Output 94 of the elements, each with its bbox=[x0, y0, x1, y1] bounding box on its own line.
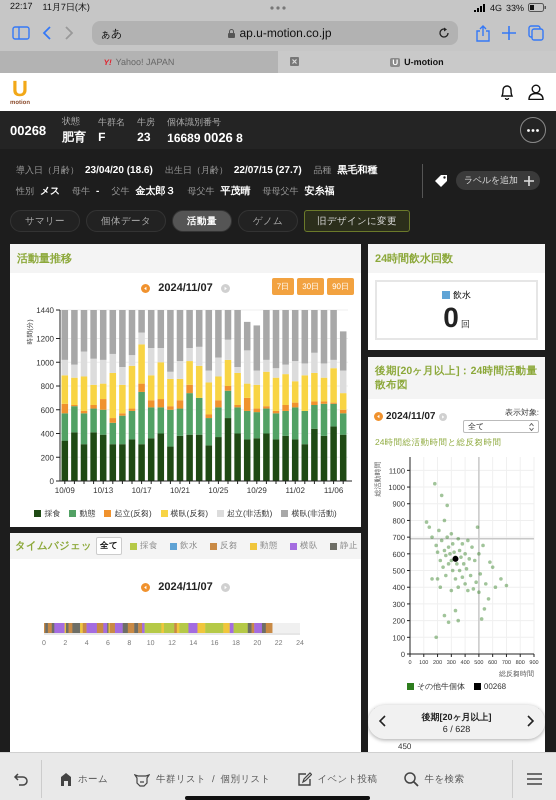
info-label: 出生日（月齢） bbox=[164, 164, 228, 177]
water-count: 0 bbox=[443, 304, 459, 332]
nav-button[interactable]: ホーム bbox=[60, 772, 108, 786]
field-label: 牛房 bbox=[137, 116, 156, 129]
info-value: 平茂晴 bbox=[220, 184, 250, 198]
card-title: 後期[20ヶ月以上]：24時間活動量散布図 bbox=[368, 357, 545, 400]
legend-label: その他牛個体 bbox=[416, 681, 465, 692]
nav-link[interactable]: 個別リスト bbox=[220, 772, 271, 786]
info-value: 金太郎３ bbox=[135, 184, 176, 198]
filter-button[interactable]: 採食 bbox=[126, 537, 162, 555]
card-title: タイムバジェッ bbox=[15, 539, 92, 553]
y-tick-label: 1200 bbox=[36, 334, 54, 344]
y-tick-label: 450 bbox=[398, 742, 412, 751]
info-value: 23/04/20 (18.6) bbox=[85, 165, 153, 176]
tab[interactable]: ゲノム bbox=[238, 210, 298, 232]
y-tick-label: 200 bbox=[40, 453, 54, 462]
y-tick-label: 600 bbox=[40, 406, 54, 415]
legend-label: 動態 bbox=[79, 508, 96, 519]
status-time: 22:17 bbox=[10, 1, 33, 13]
date-label: 2024/11/07 bbox=[386, 411, 436, 422]
chart-subtitle: 24時間総活動時間と総反芻時間 bbox=[374, 436, 502, 450]
info-value: - bbox=[96, 186, 100, 197]
add-label-button[interactable]: ラベルを追加 bbox=[456, 171, 540, 190]
field-value: 16689 0026 8 bbox=[167, 130, 243, 144]
legend-label: 採食 bbox=[44, 508, 60, 519]
tab[interactable]: サマリー bbox=[10, 210, 80, 232]
info-value: 安糸福 bbox=[304, 184, 334, 198]
filter-button[interactable]: 全て bbox=[96, 537, 122, 555]
field-label: 個体識別番号 bbox=[167, 116, 222, 128]
filter-label: 表示対象: bbox=[504, 407, 539, 418]
x-tick-label: 10/17 bbox=[132, 486, 152, 495]
field-value: 肥育 bbox=[62, 128, 86, 146]
animal-id: 00268 bbox=[10, 122, 46, 138]
filter-button[interactable]: 動態 bbox=[246, 537, 282, 555]
info-label: 母父牛 bbox=[187, 185, 214, 198]
info-label: 母母父牛 bbox=[262, 185, 298, 198]
tab[interactable]: 活動量 bbox=[172, 210, 232, 232]
field-label: 状態 bbox=[62, 114, 82, 128]
date-label: 2024/11/07 bbox=[158, 282, 213, 294]
filter-button[interactable]: 横臥 bbox=[286, 537, 322, 555]
unit-label: 回 bbox=[460, 318, 470, 330]
info-label: 性別 bbox=[16, 185, 34, 198]
x-tick-label: 10/21 bbox=[170, 486, 190, 495]
filter-button[interactable]: 飲水 bbox=[166, 537, 202, 555]
legend-label: 横臥(非活動) bbox=[291, 508, 337, 519]
pager-count: 6 / 628 bbox=[442, 724, 470, 734]
legend-label: 飲水 bbox=[453, 288, 471, 302]
x-tick-label: 10/25 bbox=[208, 486, 228, 495]
legend-label: 00268 bbox=[484, 682, 506, 692]
filter-button[interactable]: 静止 bbox=[326, 537, 361, 555]
info-value: 22/07/15 (27.7) bbox=[234, 165, 302, 176]
y-tick-label: 800 bbox=[40, 382, 54, 391]
pager-title: 後期[20ヶ月以上] bbox=[421, 710, 492, 724]
info-label: 父牛 bbox=[111, 185, 130, 198]
status-date: 11月7日(木) bbox=[42, 1, 90, 14]
nav-button[interactable]: イベント投稿 bbox=[296, 772, 378, 786]
x-tick-label: 10/13 bbox=[93, 486, 114, 495]
y-tick-label: 400 bbox=[40, 430, 54, 438]
info-label: 母牛 bbox=[72, 185, 90, 198]
legend-label: 起立(反芻) bbox=[114, 508, 152, 519]
x-tick-label: 10/09 bbox=[54, 486, 75, 495]
x-tick-label: 11/06 bbox=[324, 486, 344, 495]
legend-label: 横臥(反芻) bbox=[170, 508, 208, 519]
y-tick-label: 0 bbox=[50, 477, 54, 486]
browser-tab[interactable]: U U-motion bbox=[278, 51, 556, 73]
x-tick-label: 10/29 bbox=[246, 486, 267, 495]
field-value: F bbox=[98, 130, 106, 144]
separator: / bbox=[212, 774, 215, 784]
filter-button[interactable]: 反芻 bbox=[206, 537, 242, 555]
favicon: U bbox=[390, 58, 400, 66]
nav-button[interactable]: 牛を検索 bbox=[404, 772, 465, 786]
y-tick-label: 1440 bbox=[36, 306, 54, 315]
x-tick-label: 11/02 bbox=[285, 486, 305, 495]
info-value: メス bbox=[40, 185, 60, 198]
y-tick-label: 1000 bbox=[36, 358, 54, 368]
text-size-button[interactable]: ぁあ bbox=[100, 26, 122, 40]
tab[interactable]: 個体データ bbox=[86, 210, 166, 232]
date-label: 2024/11/07 bbox=[158, 581, 213, 593]
battery-percent: 33% bbox=[506, 2, 524, 12]
info-label: 導入日（月齢） bbox=[16, 164, 79, 177]
nav-link[interactable]: 牛群リスト bbox=[156, 772, 206, 786]
info-value: 黒毛和種 bbox=[338, 164, 378, 177]
card-title: 24時間飲水回数 bbox=[368, 244, 545, 273]
favicon: Y! bbox=[104, 58, 112, 66]
field-value: 23 bbox=[137, 130, 152, 144]
field-label: 牛群名 bbox=[98, 116, 126, 129]
card-title: 活動量推移 bbox=[10, 244, 361, 273]
target-select[interactable]: 全て bbox=[463, 420, 539, 434]
legend-label: 起立(非活動) bbox=[227, 508, 272, 519]
network-type: 4G bbox=[490, 2, 502, 12]
url-text: ap.u-motion.co.jp bbox=[239, 26, 332, 40]
info-label: 品種 bbox=[314, 164, 332, 177]
old-design-button[interactable]: 旧デザインに変更 bbox=[304, 210, 410, 232]
address-bar[interactable]: ぁあ ap.u-motion.co.jp bbox=[92, 21, 458, 45]
